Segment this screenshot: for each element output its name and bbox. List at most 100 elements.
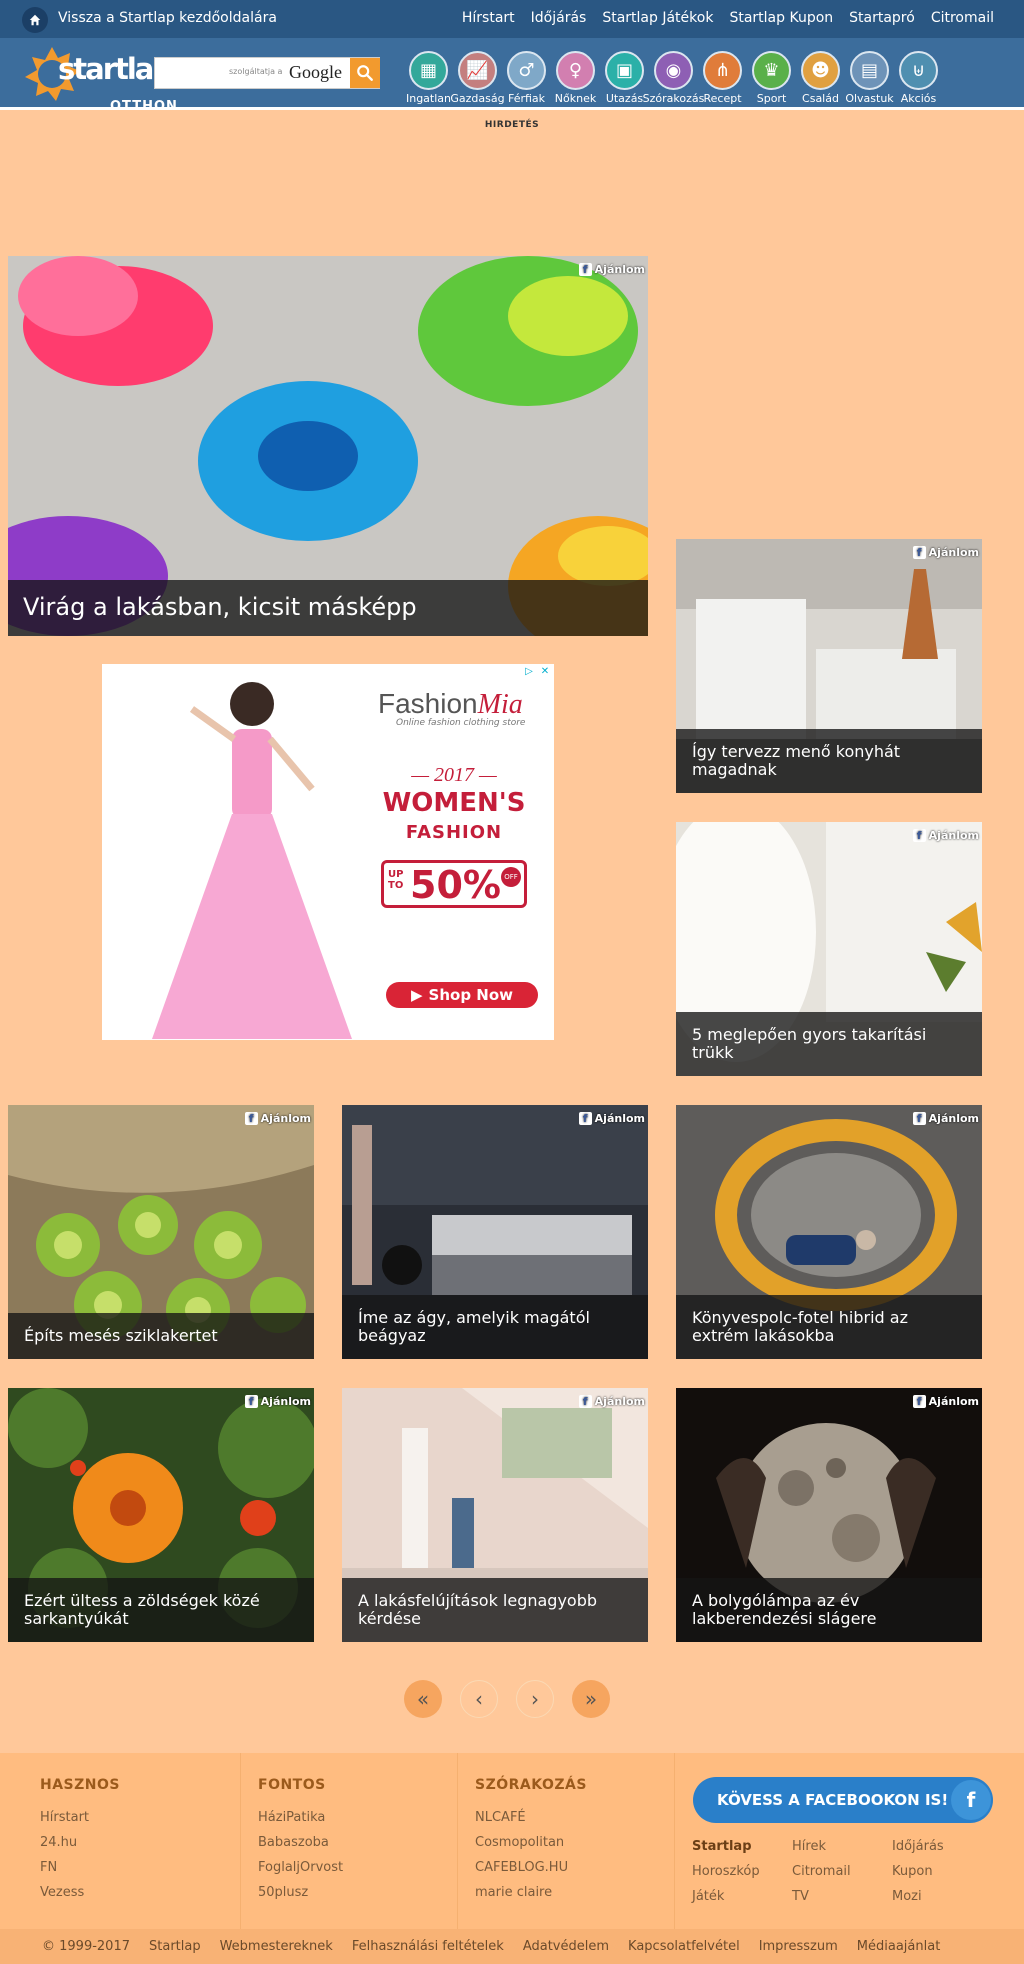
footer-link[interactable]: Hírek [792, 1834, 892, 1859]
footer-link[interactable]: Startlap [692, 1834, 792, 1859]
last-page-button[interactable]: » [572, 1680, 610, 1718]
footer-link[interactable]: marie claire [475, 1880, 674, 1905]
article-title[interactable]: Könyvespolc-fotel hibrid az extrém lakás… [676, 1295, 982, 1359]
recommend-badge[interactable]: f Ajánlom [578, 1112, 645, 1125]
article-title[interactable]: Építs mesés sziklakertet [8, 1313, 314, 1359]
article-card-hero[interactable]: f Ajánlom Virág a lakásban, kicsit máskép… [8, 256, 648, 636]
article-card-rockgarden[interactable]: f Ajánlom Építs mesés sziklakertet [8, 1105, 314, 1359]
top-link-jatekok[interactable]: Startlap Játékok [602, 10, 713, 26]
fashion-ad[interactable]: FashionMia Online fashion clothing store… [102, 664, 554, 1040]
search-button[interactable] [350, 58, 380, 88]
search-hint: szolgáltatja a [229, 67, 283, 76]
article-title[interactable]: Íme az ágy, amelyik magától beágyaz [342, 1295, 648, 1359]
category-szórakozás[interactable]: ◉ Szórakozás [643, 51, 704, 105]
category-akciós[interactable]: ⊎ Akciós [894, 51, 943, 105]
startlap-logo[interactable]: startlap OTTHON [22, 44, 177, 114]
footer-link[interactable]: Kupon [892, 1859, 992, 1884]
bottom-link[interactable]: Médiaajánlat [857, 1939, 941, 1954]
footer-link[interactable]: TV [792, 1884, 892, 1909]
category-sport[interactable]: ♛ Sport [747, 51, 796, 105]
article-title[interactable]: A bolygólámpa az év lakberendezési sláge… [676, 1578, 982, 1642]
footer-link[interactable]: Mozi [892, 1884, 992, 1909]
article-card-kitchen[interactable]: f Ajánlom Így tervezz menő konyhát magadn… [676, 539, 982, 793]
footer-link[interactable]: NLCAFÉ [475, 1805, 674, 1830]
article-title[interactable]: 5 meglepően gyors takarítási trükk [676, 1012, 982, 1076]
category-label: Férfiak [507, 92, 546, 105]
prev-page-button[interactable]: ‹ [460, 1680, 498, 1718]
back-to-startlap-link[interactable]: Vissza a Startlap kezdőoldalára [58, 10, 277, 26]
footer-link[interactable]: FN [40, 1855, 240, 1880]
recommend-badge[interactable]: f Ajánlom [578, 1395, 645, 1408]
article-card-bed[interactable]: f Ajánlom Íme az ágy, amelyik magától beá… [342, 1105, 648, 1359]
footer-link[interactable]: Játék [692, 1884, 792, 1909]
home-icon[interactable] [22, 7, 48, 33]
category-recept[interactable]: ⋔ Recept [698, 51, 747, 105]
category-olvastuk[interactable]: ▤ Olvastuk [845, 51, 894, 105]
article-title[interactable]: Így tervezz menő konyhát magadnak [676, 729, 982, 793]
footer-link[interactable]: 24.hu [40, 1830, 240, 1855]
adchoices-icon[interactable]: ▷ ✕ [522, 665, 552, 679]
footer-link[interactable]: Babaszoba [258, 1830, 457, 1855]
footer-link[interactable]: HáziPatika [258, 1805, 457, 1830]
top-link-kupon[interactable]: Startlap Kupon [729, 10, 833, 26]
article-card-bookshelf[interactable]: f Ajánlom Könyvespolc-fotel hibrid az ext… [676, 1105, 982, 1359]
first-page-button[interactable]: « [404, 1680, 442, 1718]
category-nőknek[interactable]: ♀ Nőknek [551, 51, 600, 105]
category-férfiak[interactable]: ♂ Férfiak [502, 51, 551, 105]
top-links: Hírstart Időjárás Startlap Játékok Start… [462, 10, 994, 26]
recommend-badge[interactable]: f Ajánlom [912, 1395, 979, 1408]
facebook-follow-button[interactable]: KÖVESS A FACEBOOKON IS! f [693, 1777, 993, 1823]
bottom-link[interactable]: Startlap [149, 1939, 201, 1954]
newspaper-icon: ▤ [850, 51, 889, 90]
article-title[interactable]: Virág a lakásban, kicsit másképp [8, 580, 648, 636]
recommend-badge[interactable]: f Ajánlom [578, 263, 645, 276]
dress-model-image [152, 682, 352, 1039]
category-label: Ingatlan [405, 92, 452, 105]
top-link-idojaras[interactable]: Időjárás [531, 10, 587, 26]
basket-icon: ⊎ [899, 51, 938, 90]
recommend-badge[interactable]: f Ajánlom [912, 829, 979, 842]
category-ingatlan[interactable]: ▦ Ingatlan [404, 51, 453, 105]
shop-now-button[interactable]: ▶ Shop Now [386, 982, 538, 1008]
footer-link[interactable]: 50plusz [258, 1880, 457, 1905]
family-icon: ☻ [801, 51, 840, 90]
bottom-link[interactable]: Kapcsolatfelvétel [628, 1939, 740, 1954]
google-logo: Google [289, 62, 342, 82]
recommend-badge[interactable]: f Ajánlom [912, 1112, 979, 1125]
next-page-button[interactable]: › [516, 1680, 554, 1718]
category-label: Család [802, 92, 839, 105]
search-box: szolgáltatja a Google [154, 57, 380, 89]
footer-link[interactable]: Időjárás [892, 1834, 992, 1859]
footer-service-links: Startlap Hírek Időjárás Horoszkóp Citrom… [692, 1834, 992, 1909]
footer-link[interactable]: Vezess [40, 1880, 240, 1905]
recommend-badge[interactable]: f Ajánlom [912, 546, 979, 559]
article-card-moonlamp[interactable]: f Ajánlom A bolygólámpa az év lakberendez… [676, 1388, 982, 1642]
bottom-link[interactable]: Impresszum [759, 1939, 838, 1954]
recommend-badge[interactable]: f Ajánlom [244, 1112, 311, 1125]
footer-link[interactable]: CAFEBLOG.HU [475, 1855, 674, 1880]
category-gazdaság[interactable]: 📈 Gazdaság [450, 51, 505, 105]
top-link-startapro[interactable]: Startapró [849, 10, 915, 26]
footer-col-title: SZÓRAKOZÁS [475, 1777, 587, 1793]
top-link-citromail[interactable]: Citromail [931, 10, 994, 26]
bottom-link[interactable]: Webmestereknek [220, 1939, 333, 1954]
category-label: Szórakozás [642, 92, 705, 105]
category-család[interactable]: ☻ Család [796, 51, 845, 105]
category-utazás[interactable]: ▣ Utazás [600, 51, 649, 105]
article-card-nasturtium[interactable]: f Ajánlom Ezért ültess a zöldségek közé s… [8, 1388, 314, 1642]
article-title[interactable]: A lakásfelújítások legnagyobb kérdése [342, 1578, 648, 1642]
article-card-cleaning[interactable]: f Ajánlom 5 meglepően gyors takarítási tr… [676, 822, 982, 1076]
recommend-badge[interactable]: f Ajánlom [244, 1395, 311, 1408]
bottom-link[interactable]: Adatvédelem [523, 1939, 609, 1954]
top-link-hirstart[interactable]: Hírstart [462, 10, 515, 26]
trophy-icon: ♛ [752, 51, 791, 90]
footer-link[interactable]: Citromail [792, 1859, 892, 1884]
article-card-renovation[interactable]: f Ajánlom A lakásfelújítások legnagyobb k… [342, 1388, 648, 1642]
footer-link[interactable]: FoglaljOrvost [258, 1855, 457, 1880]
footer-link[interactable]: Cosmopolitan [475, 1830, 674, 1855]
bottom-link[interactable]: Felhasználási feltételek [352, 1939, 504, 1954]
footer-col-szorakozas: SZÓRAKOZÁS NLCAFÉ Cosmopolitan CAFEBLOG.… [457, 1753, 674, 1929]
article-title[interactable]: Ezért ültess a zöldségek közé sarkantyúk… [8, 1578, 314, 1642]
footer-link[interactable]: Horoszkóp [692, 1859, 792, 1884]
footer-link[interactable]: Hírstart [40, 1805, 240, 1830]
